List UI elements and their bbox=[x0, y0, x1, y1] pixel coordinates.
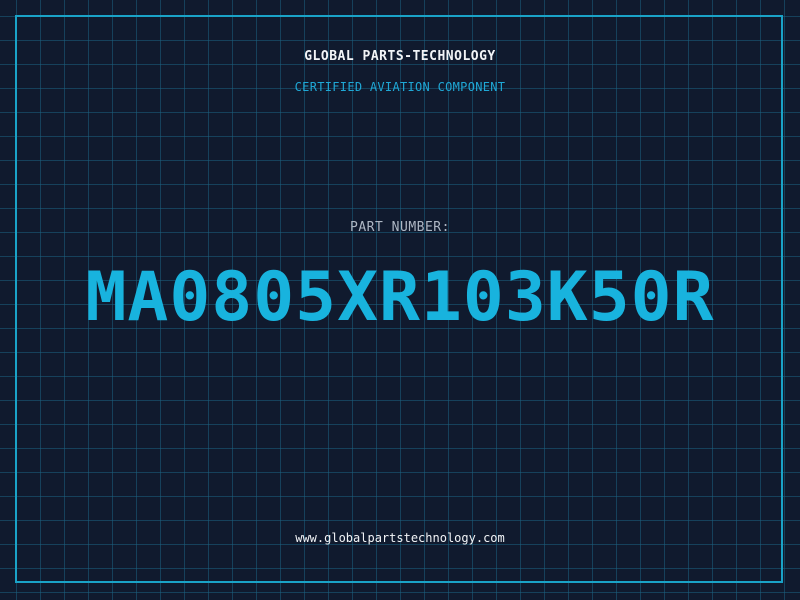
website-link[interactable]: www.globalpartstechnology.com bbox=[0, 531, 800, 545]
company-name: GLOBAL PARTS-TECHNOLOGY bbox=[304, 49, 496, 64]
certification-subtitle: CERTIFIED AVIATION COMPONENT bbox=[294, 80, 506, 94]
part-number-label: PART NUMBER: bbox=[350, 220, 450, 235]
part-number-value: MA0805XR103K50R bbox=[85, 258, 715, 337]
page-canvas: GLOBAL PARTS-TECHNOLOGY CERTIFIED AVIATI… bbox=[0, 0, 800, 600]
